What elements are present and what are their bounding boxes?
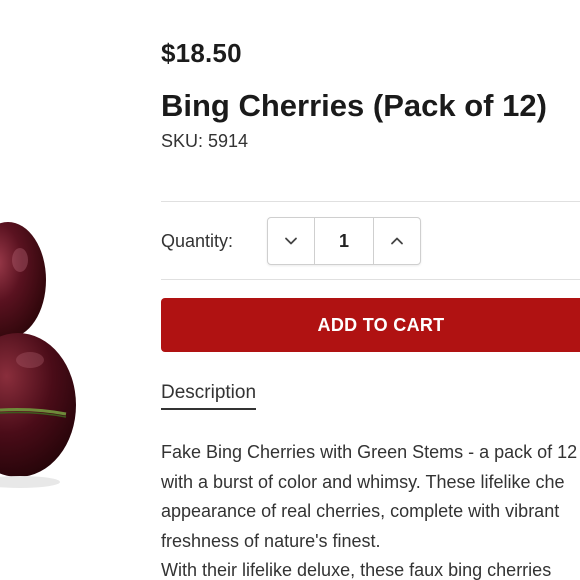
add-to-cart-button[interactable]: ADD TO CART <box>161 298 580 352</box>
quantity-stepper: 1 <box>267 217 421 265</box>
quantity-row: Quantity: 1 <box>161 217 421 265</box>
description-line: appearance of real cherries, complete wi… <box>161 501 560 521</box>
quantity-decrease-button[interactable] <box>268 218 314 264</box>
quantity-input[interactable]: 1 <box>314 218 374 264</box>
chevron-up-icon <box>391 237 403 245</box>
description-line: With their lifelike deluxe, these faux b… <box>161 560 552 580</box>
product-title: Bing Cherries (Pack of 12) <box>161 88 547 123</box>
product-page: $18.50 Bing Cherries (Pack of 12) SKU: 5… <box>0 0 580 580</box>
quantity-increase-button[interactable] <box>374 218 420 264</box>
description-line: with a burst of color and whimsy. These … <box>161 471 565 492</box>
description-line: Fake Bing Cherries with Green Stems - a … <box>161 442 578 462</box>
product-sku: SKU: 5914 <box>161 131 249 151</box>
product-price: $18.50 <box>161 38 242 68</box>
divider <box>161 201 580 202</box>
description-line: freshness of nature's finest. <box>161 530 381 551</box>
product-image <box>0 222 76 488</box>
divider <box>161 279 580 280</box>
chevron-down-icon <box>285 237 297 245</box>
tab-description[interactable]: Description <box>161 382 257 410</box>
quantity-label: Quantity: <box>161 230 234 251</box>
description-text: Fake Bing Cherries with Green Stems - a … <box>161 438 580 580</box>
